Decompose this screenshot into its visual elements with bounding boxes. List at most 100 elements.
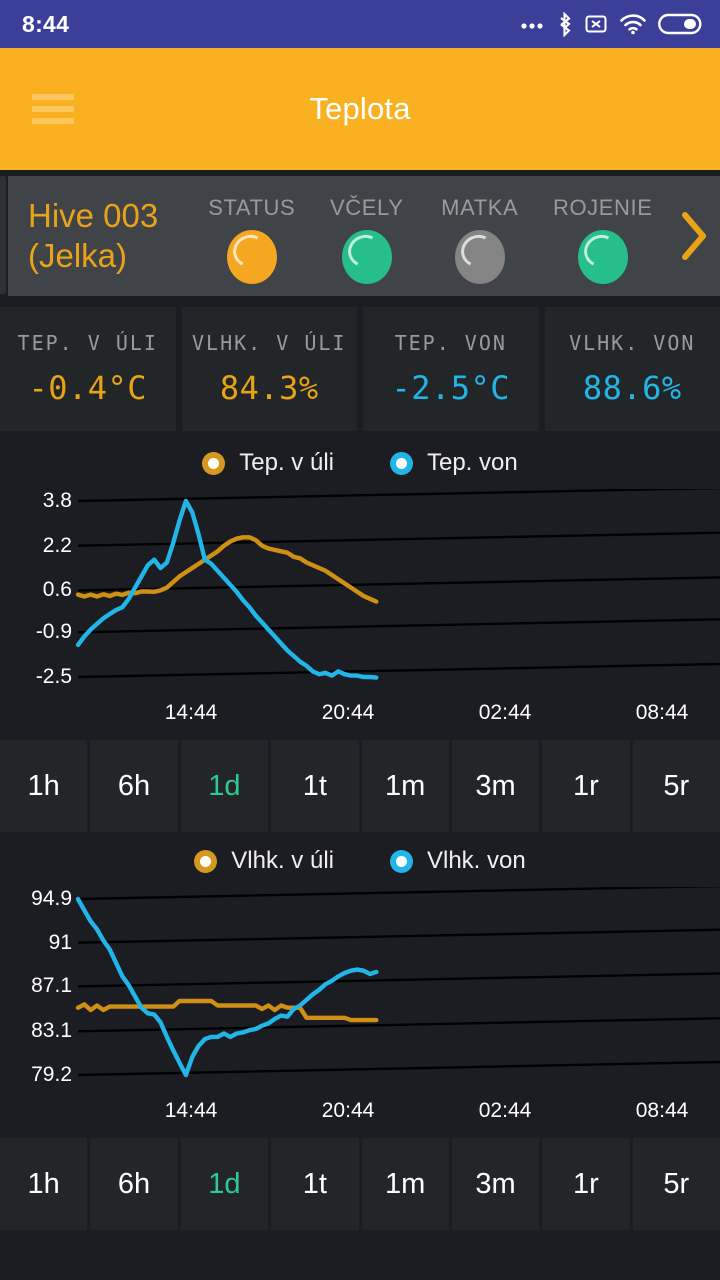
- chart-x-tick-label: 14:44: [164, 701, 218, 724]
- hive-name: Hive 003 (Jelka): [8, 196, 193, 276]
- chart-x-tick-label: 08:44: [635, 1099, 689, 1122]
- status-led-green: [341, 229, 392, 284]
- metric-card-vlhk-v-uli[interactable]: VLHK. V ÚLI 84.3%: [181, 307, 357, 431]
- chart-gridline: [77, 972, 720, 988]
- hive-status-columns: STATUS VČELY MATKA ROJENIE: [193, 189, 669, 284]
- chart-y-tick-label: 94.9: [31, 887, 72, 910]
- legend-item-tep-von[interactable]: Tep. von: [389, 449, 518, 477]
- range-button-6h[interactable]: 6h: [90, 740, 178, 832]
- bluetooth-icon: [557, 11, 573, 37]
- legend-item-vlhk-v-uli[interactable]: Vlhk. v úli: [194, 847, 334, 875]
- chart-y-tick-label: 91: [48, 930, 72, 954]
- chevron-right-icon[interactable]: [669, 209, 720, 263]
- range-button-1m[interactable]: 1m: [361, 1138, 449, 1230]
- hive-card-current[interactable]: Hive 003 (Jelka) STATUS VČELY MATKA ROJE…: [8, 176, 720, 296]
- legend-label: Vlhk. von: [426, 847, 526, 874]
- range-button-6h[interactable]: 6h: [90, 1138, 178, 1230]
- chart-temperature: Tep. v úli Tep. von 3.8 2.2 0.6 -0.9 -2.5 14…: [0, 437, 720, 737]
- chart-y-tick-label: 79.2: [31, 1063, 72, 1086]
- hamburger-line: [32, 94, 74, 100]
- chart-plot-temperature[interactable]: 3.8 2.2 0.6 -0.9 -2.5: [0, 489, 720, 689]
- hamburger-menu-icon[interactable]: [32, 94, 74, 124]
- metric-label: TEP. V ÚLI: [17, 331, 158, 355]
- range-selector-temperature[interactable]: 1h 6h 1d 1t 1m 3m 1r 5r: [0, 737, 720, 835]
- battery-icon: [658, 12, 702, 36]
- legend-marker-cyan-icon: [389, 451, 413, 475]
- chart-x-axis-humidity: 14:44 20:44 02:44 08:44: [0, 1087, 720, 1135]
- chart-y-tick-label: 2.2: [42, 533, 72, 557]
- chart-legend-temperature: Tep. v úli Tep. von: [0, 437, 720, 489]
- hamburger-line: [32, 118, 74, 124]
- chart-x-axis-temperature: 14:44 20:44 02:44 08:44: [0, 689, 720, 737]
- status-bar: 8:44: [0, 0, 720, 48]
- range-selector-humidity[interactable]: 1h 6h 1d 1t 1m 3m 1r 5r: [0, 1135, 720, 1233]
- hive-carousel[interactable]: Hive 003 (Jelka) STATUS VČELY MATKA ROJE…: [0, 170, 720, 307]
- legend-item-tep-v-uli[interactable]: Tep. v úli: [202, 449, 334, 477]
- chart-gridline: [77, 662, 720, 679]
- page-title: Teplota: [309, 91, 411, 126]
- chart-x-tick-label: 20:44: [321, 701, 375, 724]
- chart-y-tick-label: -2.5: [35, 665, 72, 688]
- range-button-1m[interactable]: 1m: [361, 740, 449, 832]
- hive-status-matka[interactable]: MATKA: [423, 189, 537, 284]
- metric-card-tep-von[interactable]: TEP. VON -2.5°C: [363, 307, 539, 431]
- chart-plot-humidity[interactable]: 94.9 91 87.1 83.1 79.2: [0, 887, 720, 1087]
- range-button-1t[interactable]: 1t: [271, 740, 359, 832]
- legend-label: Tep. v úli: [239, 449, 334, 476]
- chart-y-axis-humidity: 94.9 91 87.1 83.1 79.2: [0, 887, 72, 1087]
- chart-x-tick-label: 02:44: [478, 701, 532, 724]
- metric-label: VLHK. V ÚLI: [192, 331, 347, 355]
- hive-name-line2: (Jelka): [28, 237, 128, 274]
- chart-y-tick-label: 87.1: [31, 974, 72, 998]
- hive-card-previous-peek[interactable]: [0, 176, 6, 294]
- metric-card-vlhk-von[interactable]: VLHK. VON 88.6%: [544, 307, 720, 431]
- range-button-5r[interactable]: 5r: [632, 1138, 720, 1230]
- chart-series-line-cyan: [75, 896, 379, 1078]
- metric-label: TEP. VON: [394, 331, 507, 355]
- range-button-1d[interactable]: 1d: [180, 740, 269, 832]
- metric-cards: TEP. V ÚLI -0.4°C VLHK. V ÚLI 84.3% TEP.…: [0, 307, 720, 437]
- hive-status-vcely[interactable]: VČELY: [311, 189, 423, 284]
- app-bar: Teplota: [0, 48, 720, 170]
- hive-status-status[interactable]: STATUS: [193, 189, 311, 284]
- range-button-1d[interactable]: 1d: [180, 1138, 269, 1230]
- range-button-1t[interactable]: 1t: [271, 1138, 359, 1230]
- chart-series-line-gold: [75, 535, 379, 604]
- status-label: MATKA: [441, 194, 519, 220]
- metric-value: -0.4°C: [28, 369, 148, 407]
- metric-label: VLHK. VON: [569, 331, 696, 355]
- chart-gridline: [77, 1060, 720, 1077]
- range-button-1h[interactable]: 1h: [0, 740, 88, 832]
- metric-value: 88.6%: [582, 369, 682, 407]
- chart-gridline: [77, 887, 720, 901]
- metric-value: 84.3%: [219, 369, 319, 407]
- status-led-green: [577, 229, 628, 284]
- legend-label: Tep. von: [426, 449, 518, 476]
- wifi-icon: [619, 13, 647, 35]
- chart-y-tick-label: 83.1: [31, 1019, 72, 1043]
- chart-svg-temperature: [75, 489, 720, 680]
- range-button-1r[interactable]: 1r: [542, 1138, 630, 1230]
- status-label: VČELY: [329, 194, 404, 220]
- status-bar-icons: [520, 11, 702, 37]
- status-label: ROJENIE: [552, 194, 653, 220]
- hive-status-rojenie[interactable]: ROJENIE: [537, 189, 669, 284]
- range-button-1h[interactable]: 1h: [0, 1138, 88, 1230]
- bottom-spacer: [0, 1233, 720, 1247]
- chart-gridline: [77, 489, 720, 503]
- chart-y-tick-label: 3.8: [42, 489, 72, 512]
- chart-x-tick-label: 08:44: [635, 701, 689, 724]
- metric-value: -2.5°C: [391, 369, 511, 407]
- hive-name-line1: Hive 003: [28, 197, 159, 234]
- metric-card-tep-v-uli[interactable]: TEP. V ÚLI -0.4°C: [0, 307, 176, 431]
- range-button-1r[interactable]: 1r: [542, 740, 630, 832]
- range-button-3m[interactable]: 3m: [451, 740, 540, 832]
- status-led-gray: [454, 229, 505, 284]
- no-sim-icon: [584, 12, 608, 36]
- legend-label: Vlhk. v úli: [231, 847, 334, 874]
- legend-item-vlhk-von[interactable]: Vlhk. von: [389, 847, 526, 875]
- range-button-5r[interactable]: 5r: [632, 740, 720, 832]
- chart-gridline: [77, 928, 720, 944]
- range-button-3m[interactable]: 3m: [451, 1138, 540, 1230]
- legend-marker-gold-icon: [202, 451, 226, 475]
